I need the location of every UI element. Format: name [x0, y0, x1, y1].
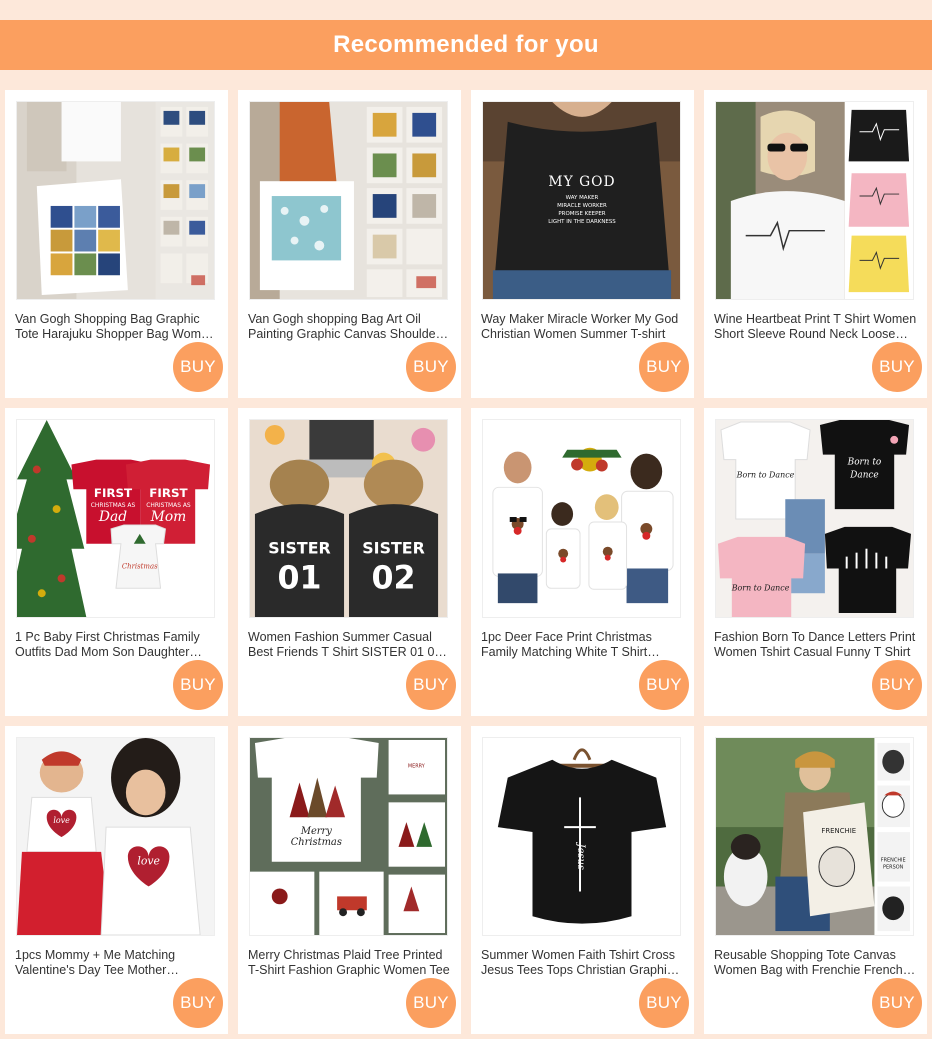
buy-button[interactable]: BUY: [639, 660, 689, 710]
product-card[interactable]: Van Gogh shopping Bag Art Oil Painting G…: [238, 90, 461, 398]
product-image[interactable]: [715, 101, 914, 300]
product-image[interactable]: SISTER 01 SISTER 02: [249, 419, 448, 618]
svg-text:Christmas: Christmas: [122, 562, 158, 570]
product-grid: Van Gogh Shopping Bag Graphic Tote Haraj…: [5, 90, 928, 1034]
product-image[interactable]: love love: [16, 737, 215, 936]
product-card[interactable]: Merry Christmas MERRY Merry Christmas Pl…: [238, 726, 461, 1034]
svg-text:FIRST: FIRST: [94, 486, 133, 500]
svg-text:FRENCHIE: FRENCHIE: [881, 858, 906, 864]
product-title[interactable]: 1 Pc Baby First Christmas Family Outfits…: [15, 630, 218, 660]
svg-text:MERRY: MERRY: [408, 764, 426, 770]
svg-text:Born to Dance: Born to Dance: [736, 470, 795, 479]
svg-text:FIRST: FIRST: [149, 486, 188, 500]
buy-button[interactable]: BUY: [639, 342, 689, 392]
product-image[interactable]: FIRST CHRISTMAS AS Dad FIRST CHRISTMAS A…: [16, 419, 215, 618]
product-image[interactable]: Merry Christmas MERRY: [249, 737, 448, 936]
buy-button[interactable]: BUY: [173, 978, 223, 1028]
buy-button[interactable]: BUY: [406, 660, 456, 710]
svg-text:MIRACLE WORKER: MIRACLE WORKER: [557, 203, 607, 209]
product-card[interactable]: Born to Dance Born to Dance Born to Danc…: [704, 408, 927, 716]
svg-text:Merry: Merry: [300, 826, 332, 837]
svg-text:LIGHT IN THE DARKNESS: LIGHT IN THE DARKNESS: [548, 219, 616, 225]
svg-text:love: love: [53, 816, 70, 825]
section-title: Recommended for you: [0, 20, 932, 70]
product-title[interactable]: Van Gogh shopping Bag Art Oil Painting G…: [248, 312, 451, 342]
product-card[interactable]: MY GOD WAY MAKER MIRACLE WORKER PROMISE …: [471, 90, 694, 398]
product-image[interactable]: FRENCHIE FRENCHIE PERSON: [715, 737, 914, 936]
product-title[interactable]: Women Fashion Summer Casual Best Friends…: [248, 630, 451, 660]
svg-text:PROMISE KEEPER: PROMISE KEEPER: [558, 211, 605, 217]
product-title[interactable]: Reusable Shopping Tote Canvas Women Bag …: [714, 948, 917, 978]
svg-text:SISTER: SISTER: [362, 539, 425, 558]
product-card[interactable]: SISTER 01 SISTER 02 Women Fashion Summer…: [238, 408, 461, 716]
product-image[interactable]: [16, 101, 215, 300]
svg-text:SISTER: SISTER: [268, 539, 331, 558]
buy-button[interactable]: BUY: [639, 978, 689, 1028]
buy-button[interactable]: BUY: [173, 342, 223, 392]
product-title[interactable]: 1pc Deer Face Print Christmas Family Mat…: [481, 630, 684, 660]
svg-text:Dance: Dance: [849, 470, 878, 480]
product-card[interactable]: love love 1pcs Mommy + Me Matching Valen…: [5, 726, 228, 1034]
svg-text:MY GOD: MY GOD: [548, 174, 615, 190]
product-image[interactable]: [482, 419, 681, 618]
product-title[interactable]: 1pcs Mommy + Me Matching Valentine's Day…: [15, 948, 218, 978]
svg-text:Jesus: Jesus: [575, 842, 586, 870]
product-title[interactable]: Wine Heartbeat Print T Shirt Women Short…: [714, 312, 917, 342]
svg-text:01: 01: [277, 560, 321, 596]
svg-text:FRENCHIE: FRENCHIE: [821, 827, 856, 835]
buy-button[interactable]: BUY: [872, 342, 922, 392]
product-card[interactable]: Van Gogh Shopping Bag Graphic Tote Haraj…: [5, 90, 228, 398]
product-card[interactable]: 1pc Deer Face Print Christmas Family Mat…: [471, 408, 694, 716]
svg-text:Dad: Dad: [98, 509, 127, 525]
buy-button[interactable]: BUY: [173, 660, 223, 710]
product-title[interactable]: Way Maker Miracle Worker My God Christia…: [481, 312, 684, 342]
product-image[interactable]: MY GOD WAY MAKER MIRACLE WORKER PROMISE …: [482, 101, 681, 300]
product-image[interactable]: Jesus: [482, 737, 681, 936]
product-title[interactable]: Merry Christmas Plaid Tree Printed T-Shi…: [248, 948, 451, 978]
buy-button[interactable]: BUY: [872, 978, 922, 1028]
svg-text:Mom: Mom: [150, 509, 187, 525]
buy-button[interactable]: BUY: [406, 342, 456, 392]
product-card[interactable]: FIRST CHRISTMAS AS Dad FIRST CHRISTMAS A…: [5, 408, 228, 716]
svg-text:WAY MAKER: WAY MAKER: [566, 195, 599, 201]
buy-button[interactable]: BUY: [406, 978, 456, 1028]
product-card[interactable]: Wine Heartbeat Print T Shirt Women Short…: [704, 90, 927, 398]
product-image[interactable]: [249, 101, 448, 300]
product-card[interactable]: FRENCHIE FRENCHIE PERSON Reusable Shoppi…: [704, 726, 927, 1034]
product-title[interactable]: Summer Women Faith Tshirt Cross Jesus Te…: [481, 948, 684, 978]
product-title[interactable]: Fashion Born To Dance Letters Print Wome…: [714, 630, 917, 660]
svg-text:Born to: Born to: [847, 458, 882, 468]
product-card[interactable]: Jesus Summer Women Faith Tshirt Cross Je…: [471, 726, 694, 1034]
svg-text:Christmas: Christmas: [291, 837, 342, 848]
buy-button[interactable]: BUY: [872, 660, 922, 710]
svg-text:02: 02: [372, 560, 416, 596]
product-image[interactable]: Born to Dance Born to Dance Born to Danc…: [715, 419, 914, 618]
product-title[interactable]: Van Gogh Shopping Bag Graphic Tote Haraj…: [15, 312, 218, 342]
svg-text:PERSON: PERSON: [883, 865, 904, 871]
svg-text:Born to Dance: Born to Dance: [731, 583, 790, 592]
svg-text:love: love: [137, 855, 160, 868]
